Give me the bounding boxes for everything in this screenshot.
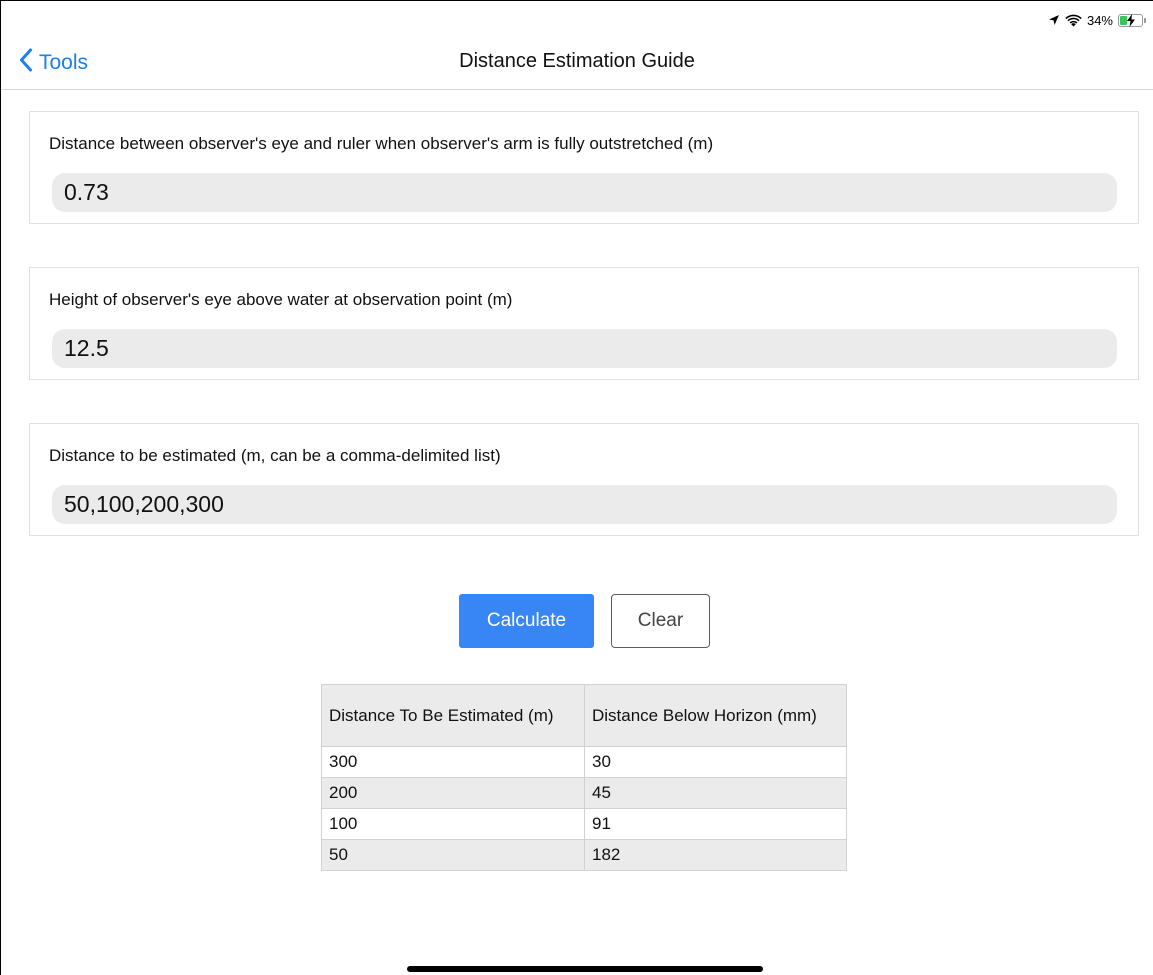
arm-distance-input[interactable]	[52, 173, 1117, 212]
eye-height-input[interactable]	[52, 329, 1117, 368]
arm-distance-label: Distance between observer's eye and rule…	[49, 134, 714, 153]
table-cell-distance: 50	[321, 839, 585, 871]
battery-percent: 34%	[1086, 12, 1113, 28]
table-cell-below-horizon: 30	[584, 746, 847, 778]
navigation-bar: Tools Distance Estimation Guide	[1, 37, 1153, 90]
table-cell-distance: 300	[321, 746, 585, 778]
table-row: 50 182	[321, 839, 847, 871]
table-cell-below-horizon: 45	[584, 777, 847, 809]
arm-distance-card: Distance between observer's eye and rule…	[29, 111, 1139, 224]
target-distance-card: Distance to be estimated (m, can be a co…	[29, 423, 1139, 536]
home-indicator	[407, 966, 763, 972]
column-header-distance-below-horizon: Distance Below Horizon (mm)	[584, 684, 847, 747]
app-screen: 34% Tools Distance Estimation Guide Dist…	[0, 0, 1153, 975]
calculate-button[interactable]: Calculate	[459, 594, 594, 648]
location-arrow-icon	[1048, 14, 1060, 26]
eye-height-label: Height of observer's eye above water at …	[49, 290, 513, 309]
table-cell-distance: 200	[321, 777, 585, 809]
column-header-distance-estimated: Distance To Be Estimated (m)	[321, 684, 585, 747]
table-cell-below-horizon: 91	[584, 808, 847, 840]
table-cell-below-horizon: 182	[584, 839, 847, 871]
table-cell-distance: 100	[321, 808, 585, 840]
table-row: 100 91	[321, 808, 847, 840]
table-row: 200 45	[321, 777, 847, 809]
results-table: Distance To Be Estimated (m) Distance Be…	[321, 684, 847, 871]
target-distance-label: Distance to be estimated (m, can be a co…	[49, 446, 501, 465]
table-row: 300 30	[321, 746, 847, 778]
status-bar: 34%	[1048, 11, 1146, 29]
wifi-icon	[1065, 14, 1082, 27]
battery-charging-icon	[1118, 13, 1146, 27]
eye-height-card: Height of observer's eye above water at …	[29, 267, 1139, 380]
page-title: Distance Estimation Guide	[459, 50, 695, 72]
target-distance-input[interactable]	[52, 485, 1117, 524]
table-header-row: Distance To Be Estimated (m) Distance Be…	[321, 684, 847, 747]
clear-button[interactable]: Clear	[611, 594, 710, 648]
